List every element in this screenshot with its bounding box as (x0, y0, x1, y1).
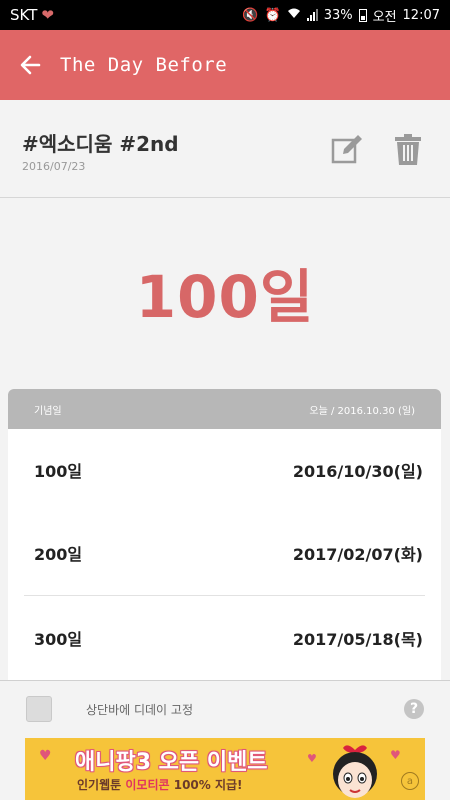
milestone-date: 2017/05/18(목) (292, 630, 423, 649)
clock-time: 12:07 (402, 7, 440, 23)
pin-checkbox[interactable] (26, 696, 52, 722)
milestone-row: 300일 2017/05/18(목) (24, 596, 425, 680)
edit-button[interactable] (327, 130, 367, 170)
pin-option-label: 상단바에 디데이 고정 (86, 703, 193, 717)
milestone-day: 100일 (34, 462, 83, 481)
heart-icon: ♥ (307, 752, 317, 765)
edit-icon (331, 135, 362, 164)
trash-icon (395, 134, 421, 165)
clock-ampm: 오전 (372, 9, 397, 25)
heart-icon: ♥ (39, 748, 52, 764)
wifi-icon (287, 7, 301, 23)
milestone-header-label: 기념일 (34, 405, 62, 417)
app-title: The Day Before (60, 54, 228, 76)
milestone-row: 200일 2017/02/07(화) (24, 511, 425, 595)
status-bar: SKT ❤ 🔇 ⏰ 33% 오전 12:07 (0, 0, 450, 30)
milestone-header: 기념일 오늘 / 2016.10.30 (일) (8, 389, 441, 429)
ad-character-icon (333, 745, 377, 798)
ad-banner[interactable]: ♥ ♥ ♥ 애니팡3 오픈 이벤트 인기웹툰 이모티콘 100% 지급! a (25, 738, 425, 800)
pin-option-bar: 상단바에 디데이 고정 ? (0, 680, 450, 736)
battery-icon (358, 8, 367, 22)
ad-sub-highlight: 이모티콘 (125, 778, 170, 792)
event-start-date: 2016/07/23 (22, 160, 86, 173)
battery-percent: 33% (323, 7, 353, 23)
milestone-row: 100일 2016/10/30(일) (24, 429, 425, 511)
back-button[interactable] (0, 30, 60, 100)
milestone-date: 2016/10/30(일) (292, 462, 423, 481)
ad-badge-icon: a (401, 772, 419, 790)
milestone-day: 200일 (34, 545, 83, 564)
alarm-icon: ⏰ (264, 7, 281, 23)
delete-button[interactable] (388, 130, 428, 170)
ad-sub-suffix: 100% 지급! (173, 778, 243, 792)
milestone-card: 기념일 오늘 / 2016.10.30 (일) 100일 2016/10/30(… (8, 389, 441, 689)
today-date-label: 오늘 / 2016.10.30 (일) (309, 405, 415, 417)
app-bar: The Day Before (0, 30, 450, 100)
ad-sub-prefix: 인기웹툰 (77, 778, 122, 792)
carrier-label: SKT (10, 6, 38, 24)
milestone-day: 300일 (34, 630, 83, 649)
event-title: #엑소디움 #2nd (22, 132, 179, 156)
mute-icon: 🔇 (242, 7, 259, 23)
help-button[interactable]: ? (404, 699, 424, 719)
heart-icon: ❤ (41, 6, 54, 24)
milestone-date: 2017/02/07(화) (292, 545, 423, 564)
ad-headline: 애니팡3 오픈 이벤트 (75, 750, 268, 775)
signal-icon (306, 9, 318, 21)
back-arrow-icon (20, 55, 41, 75)
ad-subtext: 인기웹툰 이모티콘 100% 지급! (77, 776, 243, 793)
event-header: #엑소디움 #2nd 2016/07/23 (0, 100, 450, 198)
status-right: 🔇 ⏰ 33% 오전 12:07 (242, 6, 440, 25)
status-left: SKT ❤ (10, 6, 54, 24)
heart-icon: ♥ (390, 748, 401, 762)
help-icon: ? (409, 701, 419, 717)
day-count: 100일 (135, 263, 315, 331)
